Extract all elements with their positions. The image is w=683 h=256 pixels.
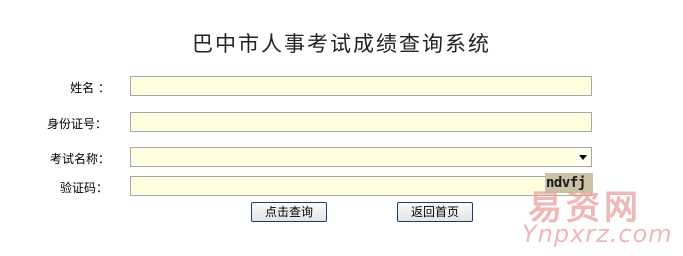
query-page: 巴中市人事考试成绩查询系统 姓名 ： 身份证号： 考试名称： 验证码： ndvf… (0, 0, 683, 256)
watermark-url: Ynpxrz.com (522, 220, 673, 248)
captcha-field[interactable] (130, 176, 592, 196)
query-button[interactable]: 点击查询 (251, 202, 327, 222)
page-title: 巴中市人事考试成绩查询系统 (192, 32, 491, 56)
name-field[interactable] (130, 76, 592, 96)
captcha-label: 验证码： (59, 181, 108, 195)
home-button[interactable]: 返回首页 (397, 202, 473, 222)
exam-name-label: 考试名称： (49, 152, 110, 166)
captcha-image[interactable]: ndvfj (545, 173, 593, 193)
id-number-label: 身份证号： (46, 117, 107, 131)
exam-name-select[interactable] (130, 147, 592, 167)
name-label: 姓名 ： (70, 81, 110, 95)
id-number-field[interactable] (130, 112, 592, 132)
chevron-down-icon[interactable] (574, 148, 591, 166)
